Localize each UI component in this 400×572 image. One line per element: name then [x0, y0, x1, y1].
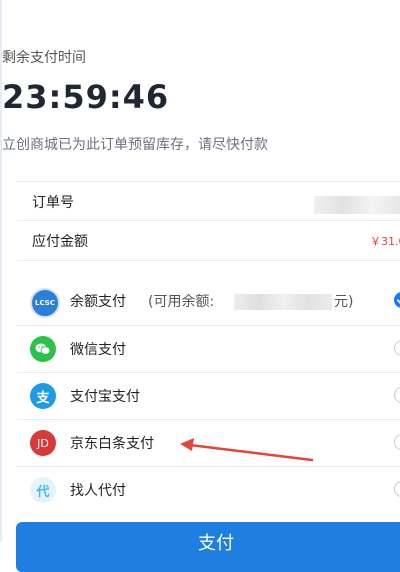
- payment-radio[interactable]: [394, 340, 400, 356]
- lcsc-logo-icon: LCSC: [30, 288, 60, 318]
- payment-option-wechat[interactable]: 微信支付: [2, 326, 400, 372]
- payment-option-balance[interactable]: LCSC 余额支付 (可用余额: 元): [2, 278, 400, 324]
- payment-radio[interactable]: [394, 481, 400, 497]
- wechat-icon: [30, 336, 56, 362]
- divider: [17, 181, 400, 182]
- payment-radio-selected[interactable]: [394, 292, 400, 308]
- payment-option-label: 支付宝支付: [70, 389, 140, 405]
- jd-icon: JD: [30, 430, 56, 456]
- payment-option-proxy[interactable]: 代 找人代付: [2, 467, 400, 513]
- timer-label: 剩余支付时间: [2, 50, 86, 66]
- order-number-row: 订单号: [2, 183, 400, 221]
- countdown-timer: 23:59:46: [2, 78, 170, 116]
- amount-due-row: 应付金额 ￥31.0: [2, 222, 400, 260]
- order-number-redacted: [314, 196, 400, 214]
- annotation-arrow-icon: [180, 438, 314, 462]
- payment-option-label: 余额支付: [70, 294, 126, 310]
- pay-button[interactable]: 支付: [16, 522, 400, 572]
- payment-option-label: 微信支付: [70, 342, 126, 358]
- payment-radio[interactable]: [394, 434, 400, 450]
- divider: [17, 220, 400, 221]
- amount-due-value: ￥31.0: [370, 235, 400, 248]
- amount-due-label: 应付金额: [32, 234, 88, 250]
- proxy-pay-icon: 代: [30, 477, 56, 503]
- alipay-icon: 支: [30, 383, 56, 409]
- payment-page: 剩余支付时间 23:59:46 立创商城已为此订单预留库存，请尽快付款 订单号 …: [0, 0, 400, 572]
- order-number-label: 订单号: [32, 195, 74, 211]
- balance-unit: 元): [334, 294, 354, 310]
- payment-option-label: 京东白条支付: [70, 436, 154, 452]
- stock-reserved-notice: 立创商城已为此订单预留库存，请尽快付款: [2, 137, 268, 153]
- available-balance-label: (可用余额:: [148, 294, 215, 310]
- payment-radio[interactable]: [394, 387, 400, 403]
- divider: [17, 260, 400, 261]
- payment-option-label: 找人代付: [70, 483, 126, 499]
- available-balance-redacted: [234, 294, 332, 310]
- payment-option-alipay[interactable]: 支 支付宝支付: [2, 373, 400, 419]
